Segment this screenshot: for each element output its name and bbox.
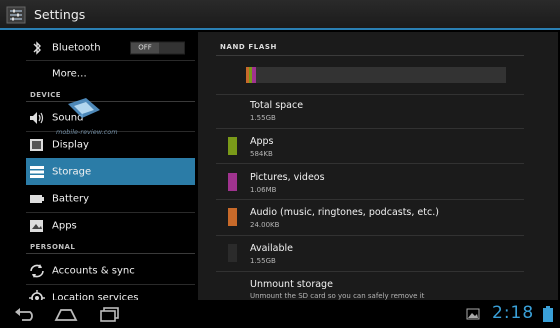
sync-icon bbox=[30, 263, 44, 278]
settings-app-icon[interactable] bbox=[6, 6, 26, 24]
sidebar-item-battery[interactable]: Battery bbox=[26, 186, 195, 211]
sidebar-item-apps[interactable]: Apps bbox=[26, 213, 195, 238]
divider bbox=[26, 253, 195, 254]
row-title: Available bbox=[250, 243, 294, 254]
divider bbox=[216, 94, 524, 95]
bar-segment-pictures bbox=[252, 67, 256, 83]
divider bbox=[216, 199, 524, 200]
storage-row-total: Total space 1.55GB bbox=[216, 96, 524, 126]
speaker-icon bbox=[30, 112, 44, 124]
storage-icon bbox=[30, 165, 44, 178]
gallery-notification-icon[interactable] bbox=[466, 308, 480, 320]
sidebar-item-label: Bluetooth bbox=[52, 42, 101, 54]
sidebar-item-location-services[interactable]: Location services bbox=[26, 285, 195, 300]
sidebar-item-storage[interactable]: Storage bbox=[26, 158, 195, 185]
settings-category-list[interactable]: Bluetooth OFF More… DEVICE Sound Display… bbox=[0, 32, 198, 300]
sidebar-item-bluetooth[interactable]: Bluetooth OFF bbox=[26, 37, 195, 59]
page-title: Settings bbox=[34, 7, 86, 22]
apps-color-swatch bbox=[228, 137, 237, 155]
sidebar-item-label: More… bbox=[52, 68, 87, 79]
row-title: Total space bbox=[250, 100, 304, 111]
storage-section-header: NAND FLASH bbox=[220, 43, 277, 51]
back-button-icon[interactable] bbox=[12, 304, 40, 324]
apps-icon bbox=[30, 219, 43, 232]
pictures-color-swatch bbox=[228, 173, 237, 191]
bluetooth-icon bbox=[33, 41, 41, 55]
storage-usage-bar bbox=[246, 67, 506, 83]
row-title: Apps bbox=[250, 136, 274, 147]
action-bar: Settings bbox=[0, 0, 560, 30]
sidebar-item-more[interactable]: More… bbox=[26, 62, 195, 85]
available-color-swatch bbox=[228, 244, 237, 262]
row-value: 1.06MB bbox=[250, 186, 277, 194]
location-icon bbox=[29, 289, 45, 300]
sidebar-item-sound[interactable]: Sound bbox=[26, 106, 195, 130]
sidebar-item-label: Apps bbox=[52, 220, 77, 231]
unmount-storage-button[interactable]: Unmount storage Unmount the SD card so y… bbox=[216, 273, 524, 300]
sidebar-item-label: Accounts & sync bbox=[52, 265, 135, 276]
divider bbox=[216, 163, 524, 164]
divider bbox=[26, 101, 195, 102]
divider bbox=[216, 55, 524, 56]
section-header-device: DEVICE bbox=[30, 91, 61, 99]
watermark-logo bbox=[68, 98, 100, 118]
divider bbox=[216, 235, 524, 236]
row-value: 24.00KB bbox=[250, 221, 280, 229]
sidebar-item-label: Battery bbox=[52, 193, 90, 204]
divider bbox=[26, 60, 195, 61]
toggle-state: OFF bbox=[138, 43, 152, 52]
display-icon bbox=[30, 138, 43, 151]
row-value: 1.55GB bbox=[250, 257, 276, 265]
storage-row-pictures-videos[interactable]: Pictures, videos 1.06MB bbox=[216, 165, 524, 197]
section-header-personal: PERSONAL bbox=[30, 243, 76, 251]
row-value: 584KB bbox=[250, 150, 273, 158]
storage-detail-pane: NAND FLASH Total space 1.55GB Apps 584KB… bbox=[198, 32, 558, 300]
row-title: Pictures, videos bbox=[250, 172, 325, 183]
divider bbox=[216, 128, 524, 129]
battery-status-icon[interactable] bbox=[540, 305, 556, 323]
divider bbox=[216, 271, 524, 272]
audio-color-swatch bbox=[228, 208, 237, 226]
row-subtitle: Unmount the SD card so you can safely re… bbox=[250, 292, 425, 300]
storage-row-available: Available 1.55GB bbox=[216, 237, 524, 269]
sidebar-item-label: Display bbox=[52, 139, 89, 150]
recent-apps-button-icon[interactable] bbox=[96, 304, 124, 324]
row-title: Audio (music, ringtones, podcasts, etc.) bbox=[250, 207, 439, 218]
sidebar-item-label: Location services bbox=[52, 292, 139, 300]
storage-row-apps[interactable]: Apps 584KB bbox=[216, 130, 524, 162]
status-clock[interactable]: 2:18 bbox=[492, 303, 534, 323]
row-title: Unmount storage bbox=[250, 279, 333, 290]
sidebar-item-label: Storage bbox=[52, 166, 92, 177]
storage-row-audio[interactable]: Audio (music, ringtones, podcasts, etc.)… bbox=[216, 201, 524, 233]
home-button-icon[interactable] bbox=[52, 304, 80, 324]
watermark-text: mobile-review.com bbox=[56, 128, 118, 136]
sidebar-item-accounts-sync[interactable]: Accounts & sync bbox=[26, 258, 195, 283]
battery-icon bbox=[30, 194, 44, 203]
row-value: 1.55GB bbox=[250, 114, 276, 122]
bluetooth-toggle[interactable]: OFF bbox=[130, 41, 185, 55]
